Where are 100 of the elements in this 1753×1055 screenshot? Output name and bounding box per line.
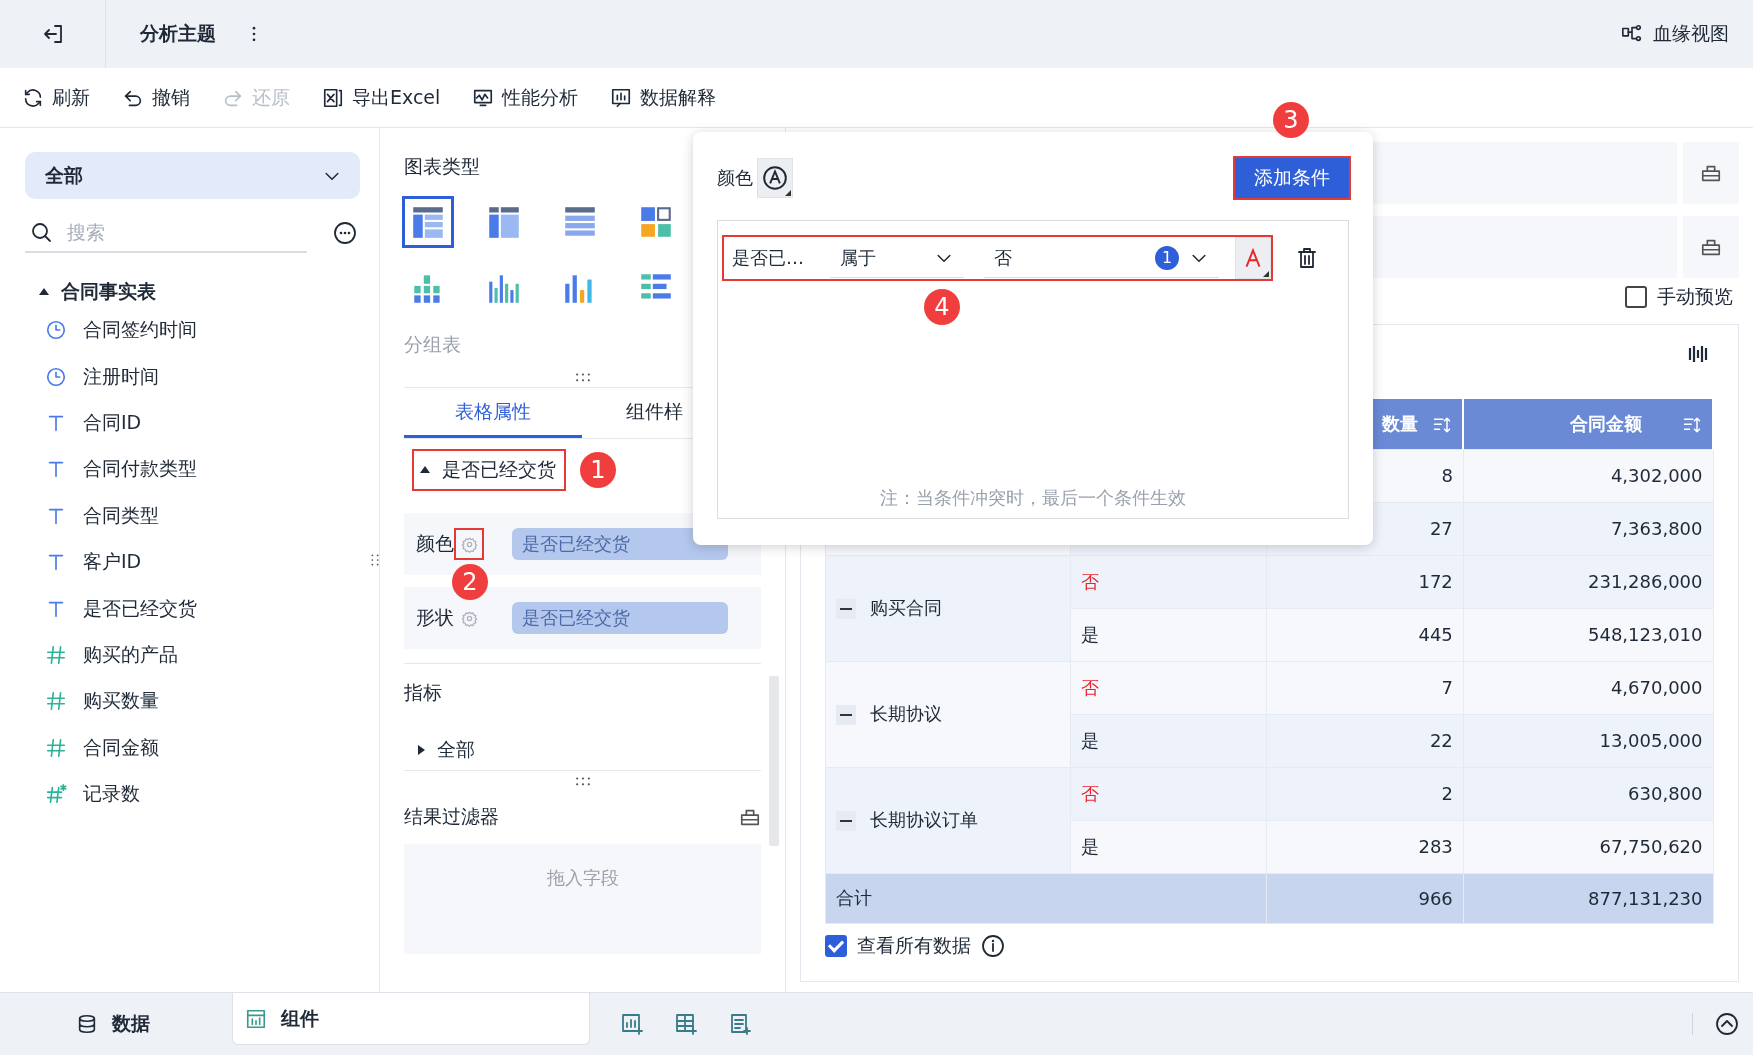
table-cell: 是 — [1070, 820, 1267, 873]
table-cell: 172 — [1266, 555, 1464, 608]
table-cell: 合计 — [825, 873, 1267, 923]
condition-field: 是否已… — [732, 246, 820, 270]
checkbox[interactable] — [825, 934, 847, 957]
excel-icon — [322, 86, 344, 109]
search-icon — [29, 220, 53, 244]
step-badge: 2 — [452, 564, 488, 600]
table-cell: 否 — [1070, 555, 1267, 608]
data-chart-icon — [610, 86, 633, 109]
table-cell: 630,800 — [1463, 767, 1713, 820]
table-cell: 877,131,230 — [1463, 873, 1713, 923]
field-item[interactable]: 客户ID — [45, 538, 370, 586]
table-cell: 长期协议订单 — [825, 767, 1071, 873]
tree-item[interactable]: 全部 — [418, 736, 761, 764]
tab[interactable]: 组件 — [232, 993, 590, 1045]
field-item[interactable]: 是否已经交货 — [45, 585, 370, 632]
table-cell: 4,302,000 — [1463, 449, 1713, 502]
database-icon — [76, 1013, 98, 1035]
checkbox-label: 手动预览 — [1657, 284, 1733, 309]
table-cell: 4,670,000 — [1463, 661, 1713, 714]
font-color-swatch[interactable] — [757, 158, 793, 198]
toolbar-button[interactable]: 性能分析 — [472, 84, 579, 111]
font-color-swatch[interactable] — [1235, 237, 1271, 279]
field-item[interactable]: 合同类型 — [45, 492, 370, 539]
operator-dropdown[interactable]: 属于 — [830, 238, 964, 278]
popup-label: 颜色 — [717, 166, 753, 190]
toolbar-button[interactable]: 导出Excel — [322, 84, 441, 111]
scrollbar[interactable] — [769, 676, 779, 846]
tab[interactable]: 数据 — [0, 996, 232, 1052]
add-table-icon[interactable] — [674, 1012, 698, 1036]
collapse-icon[interactable] — [1715, 1012, 1739, 1036]
step-badge: 3 — [1273, 102, 1309, 138]
field-item[interactable]: 购买数量 — [45, 678, 370, 725]
table-cell: 购买合同 — [825, 555, 1071, 661]
section-title: 结果过滤器 — [404, 804, 499, 829]
tab[interactable]: 表格属性 — [404, 388, 582, 438]
chart-type-button[interactable] — [402, 196, 454, 248]
collapse-toggle[interactable] — [836, 705, 856, 725]
toolbar-button[interactable]: 撤销 — [122, 84, 190, 111]
collapse-toggle[interactable] — [836, 599, 856, 619]
table-cell: 966 — [1266, 873, 1464, 923]
table-cell: 548,123,010 — [1463, 608, 1713, 661]
clock-icon — [45, 319, 67, 342]
checkbox-label: 查看所有数据 — [857, 932, 971, 958]
table-cell: 2 — [1266, 767, 1464, 820]
table-cell: 否 — [1070, 767, 1267, 820]
lineage-view-button[interactable]: 血缘视图 — [1621, 21, 1729, 47]
refresh-icon — [22, 86, 44, 109]
encoding-label: 形状 — [416, 605, 454, 630]
more-icon[interactable] — [333, 221, 357, 245]
table-cell: 67,750,620 — [1463, 820, 1713, 873]
count-badge: 1 — [1155, 245, 1179, 270]
calculated-hash-icon — [45, 783, 67, 806]
collapse-toggle[interactable] — [836, 811, 856, 831]
table-cell: 445 — [1266, 608, 1464, 661]
chart-type-name: 分组表 — [404, 332, 462, 357]
scope-dropdown[interactable]: 全部 — [25, 152, 360, 199]
add-condition-button[interactable]: 添加条件 — [1235, 158, 1349, 198]
info-icon[interactable] — [981, 933, 1005, 958]
search-field[interactable]: 搜索 — [65, 220, 265, 244]
field-item[interactable]: 合同ID — [45, 399, 370, 447]
hash-icon — [45, 736, 67, 759]
table-cell: 13,005,000 — [1463, 714, 1713, 767]
section-title: 指标 — [404, 680, 442, 705]
dimension-item[interactable]: 是否已经交货 — [412, 449, 566, 491]
clock-icon — [45, 365, 67, 388]
hash-icon — [45, 690, 67, 713]
table-cell: 231,286,000 — [1463, 555, 1713, 608]
step-badge: 4 — [924, 289, 960, 325]
value-dropdown[interactable]: 否 1 — [984, 238, 1219, 278]
field-item[interactable]: 购买的产品 — [45, 631, 370, 679]
hash-icon — [45, 643, 67, 666]
table-cell: 是 — [1070, 714, 1267, 767]
tab[interactable]: 组件样 — [582, 388, 683, 438]
table-cell: 长期协议 — [825, 661, 1071, 767]
field-item[interactable]: 合同金额 — [45, 724, 370, 771]
drop-zone-button[interactable] — [1683, 216, 1739, 278]
field-item[interactable]: 注册时间 — [45, 353, 370, 400]
table-chart-icon — [245, 1007, 267, 1030]
field-item[interactable]: 合同签约时间 — [45, 307, 370, 354]
toolbar-button[interactable]: 刷新 — [22, 84, 90, 111]
table-cell: 是 — [1070, 608, 1267, 661]
table-cell: 283 — [1266, 820, 1464, 873]
drop-zone-button[interactable] — [1683, 142, 1739, 204]
toolbar-button[interactable]: 数据解释 — [610, 84, 717, 111]
tree-item[interactable]: 合同事实表 — [39, 277, 370, 307]
table-cell: 否 — [1070, 661, 1267, 714]
add-text-icon[interactable] — [728, 1012, 752, 1036]
step-badge: 1 — [580, 452, 616, 488]
checkbox[interactable] — [1625, 286, 1647, 308]
field-item[interactable]: 记录数 — [45, 770, 370, 818]
add-chart-icon[interactable] — [620, 1012, 644, 1036]
field-item[interactable]: 合同付款类型 — [45, 446, 370, 493]
table-cell: 7,363,800 — [1463, 502, 1713, 555]
delete-icon[interactable] — [1295, 246, 1319, 270]
table-cell: 7 — [1266, 661, 1464, 714]
page-title: 分析主题 — [140, 21, 216, 46]
note-text: 注：当条件冲突时，最后一个条件生效 — [879, 486, 1187, 510]
table-cell: 22 — [1266, 714, 1464, 767]
